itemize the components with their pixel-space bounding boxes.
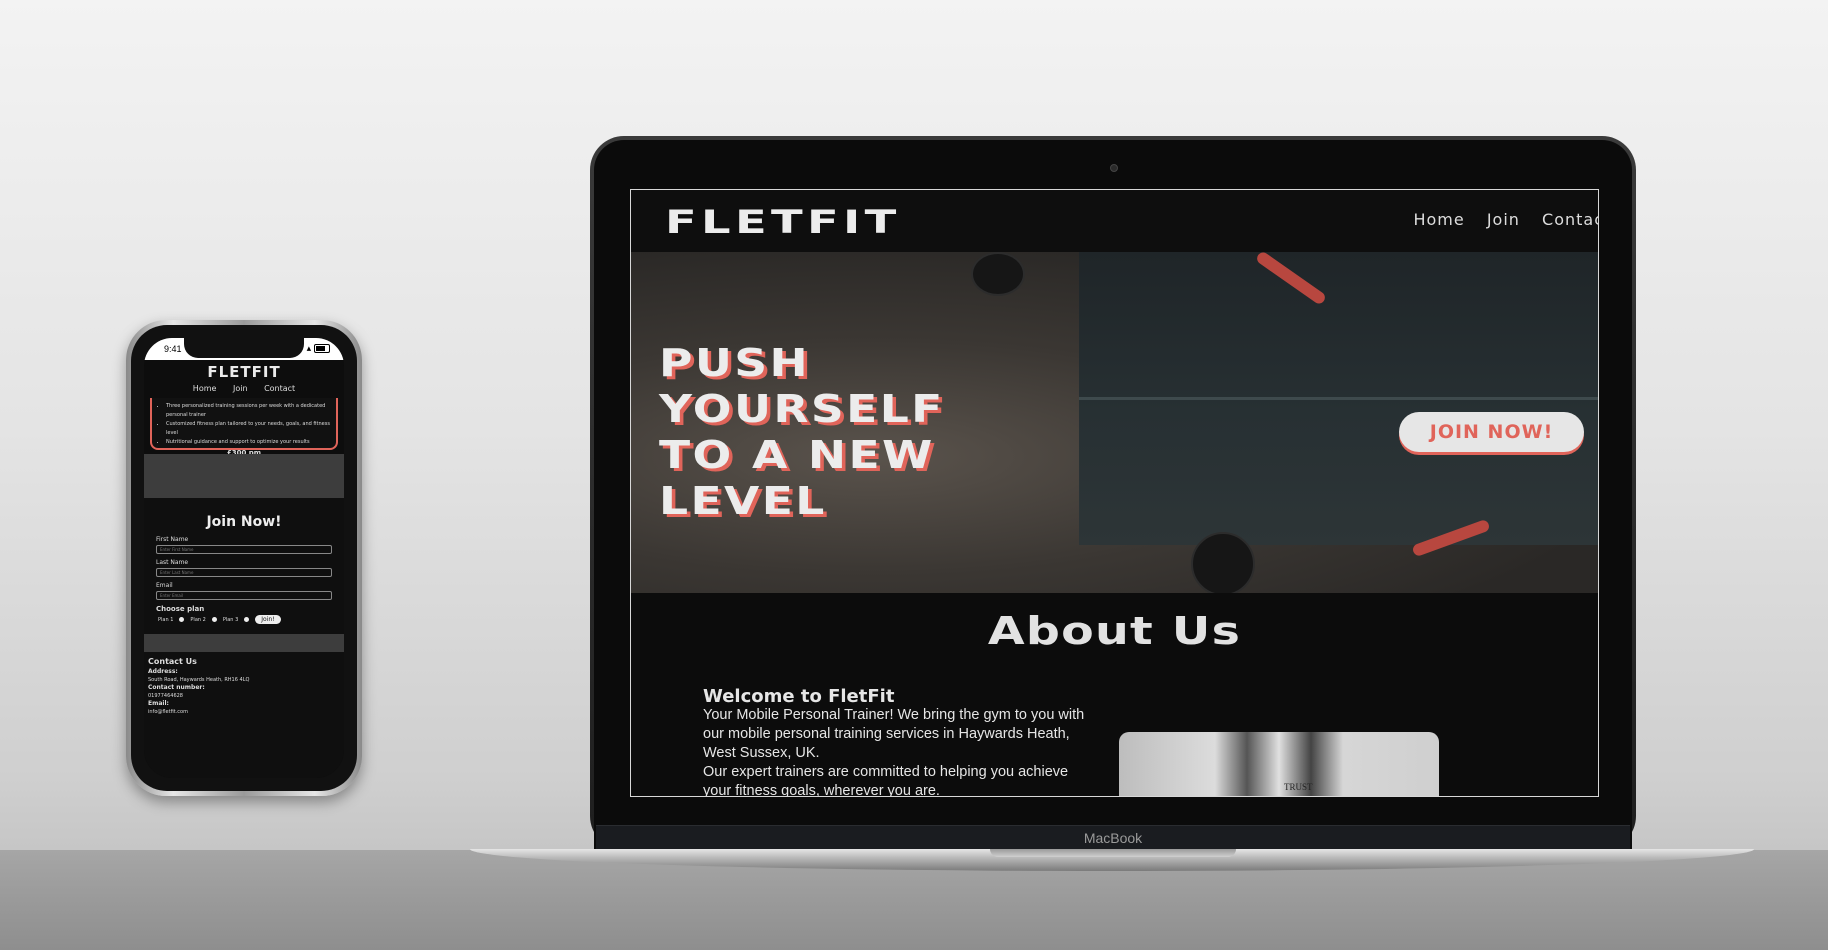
kettlebell-image [971, 252, 1025, 296]
laptop-brand-label: MacBook [1083, 830, 1143, 846]
laptop-screen: FLETFIT Home Join Contac PUSH YOURSELF T… [630, 189, 1599, 797]
about-subtitle: Welcome to FletFit [703, 686, 895, 707]
phone-mockup: 9:41 ▴ FLETFIT Home Join Contact Three p… [126, 320, 362, 796]
choose-plan-label: Choose plan [156, 605, 205, 613]
battery-icon: ▴ [307, 344, 330, 354]
phone-nav-join[interactable]: Join [233, 384, 248, 393]
hero-banner: PUSH YOURSELF TO A NEW LEVEL JOIN NOW! [631, 252, 1598, 593]
nav-join[interactable]: Join [1487, 210, 1520, 229]
address-label: Address: [148, 668, 178, 675]
plan-2-radio[interactable] [211, 617, 217, 622]
phone-site-logo[interactable]: FLETFIT [144, 363, 344, 381]
about-title: About Us [987, 609, 1242, 653]
site-nav: Home Join Contac [1397, 210, 1598, 229]
last-name-label: Last Name [156, 559, 189, 566]
about-paragraph: Your Mobile Personal Trainer! We bring t… [703, 707, 1085, 761]
phone-join-form: Join Now! First Name Enter First Name La… [144, 498, 344, 634]
phone-clock: 9:41 [164, 344, 182, 354]
phone-contact-section: Contact Us Address: South Road, Haywards… [144, 652, 344, 778]
laptop-chin: MacBook [596, 825, 1630, 850]
hero-line: YOURSELF [659, 387, 945, 431]
about-photo-sign: TRUST [1284, 782, 1313, 792]
hero-line: TO A NEW [659, 433, 935, 477]
plan-radio-group: Plan 1 Plan 2 Plan 3 Join! [158, 615, 344, 624]
first-name-label: First Name [156, 536, 189, 543]
phone-notch [184, 338, 304, 358]
contact-number-label: Contact number: [148, 684, 205, 691]
plan-feature-list: Three personalized training sessions per… [152, 402, 336, 447]
plan-feature: Customized fitness plan tailored to your… [166, 420, 336, 438]
hero-headline: PUSH YOURSELF TO A NEW LEVEL [659, 340, 945, 524]
join-submit-button[interactable]: Join! [255, 615, 281, 624]
email-value[interactable]: info@fletfit.com [148, 708, 340, 716]
laptop-hinge-notch [990, 849, 1236, 857]
contact-number-value: 01977464628 [148, 693, 183, 699]
plan-feature: Nutritional guidance and support to opti… [166, 438, 336, 447]
plan-3-label: Plan 3 [222, 616, 239, 623]
about-text: Your Mobile Personal Trainer! We bring t… [703, 706, 1093, 797]
join-form-title: Join Now! [206, 514, 282, 530]
first-name-input[interactable]: Enter First Name [156, 545, 332, 554]
phone-section-gap [144, 454, 344, 498]
phone-plan-card: Three personalized training sessions per… [150, 398, 338, 457]
join-now-button[interactable]: JOIN NOW! [1399, 412, 1584, 452]
hero-mat-stripe [1079, 397, 1598, 400]
weight-plate-image [1191, 532, 1255, 593]
plan-2-label: Plan 2 [190, 616, 206, 623]
phone-nav: Home Join Contact [144, 384, 344, 393]
email-label: Email [156, 582, 173, 589]
phone-nav-home[interactable]: Home [193, 384, 217, 393]
plan-3-radio[interactable] [244, 617, 250, 622]
plan-1-radio[interactable] [179, 617, 185, 622]
about-gym-photo: TRUST [1119, 732, 1439, 796]
about-section: About Us Welcome to FletFit Your Mobile … [631, 593, 1598, 796]
plan-feature: Three personalized training sessions per… [166, 402, 336, 420]
camera-icon [1110, 164, 1118, 172]
last-name-input[interactable]: Enter Last Name [156, 568, 332, 577]
site-logo[interactable]: FLETFIT [665, 203, 901, 241]
nav-contact[interactable]: Contac [1542, 210, 1598, 229]
phone-frame: 9:41 ▴ FLETFIT Home Join Contact Three p… [131, 325, 357, 791]
phone-section-gap [144, 634, 344, 652]
about-paragraph: Our expert trainers are committed to hel… [703, 764, 1069, 797]
nav-home[interactable]: Home [1413, 210, 1464, 229]
site-header: FLETFIT Home Join Contac [631, 190, 1598, 252]
email-input[interactable]: Enter Email [156, 591, 332, 600]
email-heading: Email: [148, 700, 169, 707]
phone-nav-contact[interactable]: Contact [264, 384, 295, 393]
plan-1-label: Plan 1 [158, 616, 174, 623]
address-value: South Road, Haywards Heath, RH16 4LQ [148, 677, 250, 683]
phone-screen: 9:41 ▴ FLETFIT Home Join Contact Three p… [144, 338, 344, 778]
hero-line: PUSH [659, 341, 811, 385]
hero-line: LEVEL [659, 479, 827, 523]
contact-title: Contact Us [148, 657, 197, 666]
